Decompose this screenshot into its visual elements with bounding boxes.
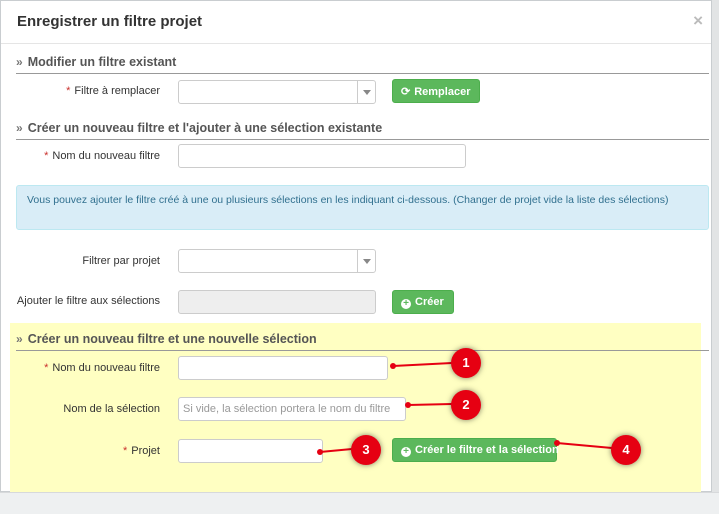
annotation-marker-3: 3 <box>351 435 381 465</box>
page-scrollbar[interactable] <box>712 0 719 513</box>
page-bottom-bar <box>0 492 719 514</box>
annotation-marker-1: 1 <box>451 348 481 378</box>
annotation-marker-4: 4 <box>611 435 641 465</box>
annotation-marker-2: 2 <box>451 390 481 420</box>
